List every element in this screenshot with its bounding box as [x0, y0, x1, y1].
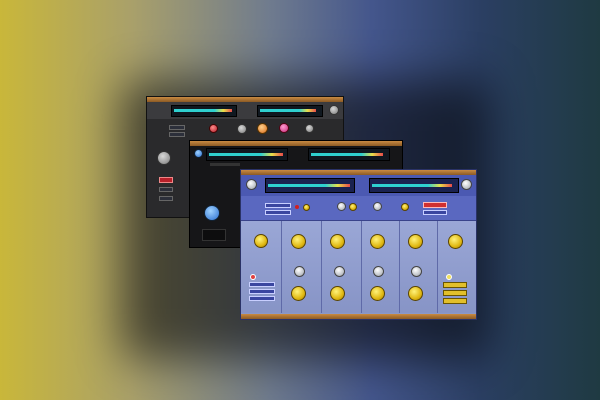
filter-type-button[interactable] — [249, 289, 275, 294]
filter-type-button[interactable] — [249, 296, 275, 301]
meter-bar — [311, 153, 383, 156]
column-divider — [399, 221, 400, 313]
control-strip — [241, 196, 476, 221]
routing-button[interactable] — [265, 203, 291, 208]
level-meter-left — [265, 178, 355, 193]
option-button[interactable] — [159, 196, 173, 201]
preset-button[interactable] — [423, 210, 447, 215]
trim-knob[interactable] — [303, 204, 310, 211]
meter-bar — [372, 184, 452, 187]
level-meter-left — [171, 105, 237, 117]
routing-button[interactable] — [265, 210, 291, 215]
band-1-freq-knob[interactable] — [254, 234, 268, 248]
label-strip — [210, 163, 240, 166]
grey-knob[interactable] — [305, 124, 314, 133]
display-box — [202, 229, 226, 241]
input-knob[interactable] — [194, 149, 203, 158]
column-divider — [437, 221, 438, 313]
wood-trim-bottom — [241, 314, 476, 319]
wood-trim-top — [190, 141, 402, 146]
band-5-freq-knob[interactable] — [408, 234, 423, 249]
mode-button[interactable] — [169, 125, 185, 130]
meter-bar — [268, 184, 350, 187]
band-6-freq-knob[interactable] — [448, 234, 463, 249]
eq-section — [241, 221, 476, 313]
meter-bar — [260, 109, 316, 112]
column-divider — [321, 221, 322, 313]
pink-knob[interactable] — [279, 123, 289, 133]
mid-knob[interactable] — [401, 203, 409, 211]
meter-bar — [174, 109, 232, 112]
band-1-enable-lamp[interactable] — [250, 274, 256, 280]
main-knob[interactable] — [204, 205, 220, 221]
level-meter-left — [206, 148, 288, 161]
level-meter-right — [369, 178, 459, 193]
band-3-q-knob[interactable] — [334, 266, 345, 277]
mid-knob[interactable] — [337, 202, 346, 211]
mid-knob[interactable] — [349, 203, 357, 211]
band-6-enable-lamp[interactable] — [446, 274, 452, 280]
column-divider — [281, 221, 282, 313]
shelf-button[interactable] — [443, 282, 467, 288]
level-meter-right — [308, 148, 390, 161]
meter-header — [241, 175, 476, 196]
meter-bar — [209, 153, 283, 156]
bypass-button[interactable] — [423, 202, 447, 208]
band-3-freq-knob[interactable] — [330, 234, 345, 249]
plugin-window-blue[interactable] — [240, 169, 477, 320]
level-meter-right — [257, 105, 323, 117]
column-divider — [361, 221, 362, 313]
grey-knob[interactable] — [237, 124, 247, 134]
band-2-freq-knob[interactable] — [291, 234, 306, 249]
band-3-gain-knob[interactable] — [330, 286, 345, 301]
header-bar — [147, 102, 343, 119]
band-4-gain-knob[interactable] — [370, 286, 385, 301]
shelf-button[interactable] — [443, 290, 467, 296]
active-button[interactable] — [159, 177, 173, 183]
orange-knob[interactable] — [257, 123, 268, 134]
mid-knob[interactable] — [373, 202, 382, 211]
band-4-freq-knob[interactable] — [370, 234, 385, 249]
band-5-q-knob[interactable] — [411, 266, 422, 277]
output-knob[interactable] — [329, 105, 339, 115]
input-gain-knob[interactable] — [246, 179, 257, 190]
status-lamp — [295, 205, 299, 209]
input-knob[interactable] — [157, 151, 171, 165]
band-2-q-knob[interactable] — [294, 266, 305, 277]
red-knob[interactable] — [209, 124, 218, 133]
band-2-gain-knob[interactable] — [291, 286, 306, 301]
option-button[interactable] — [159, 187, 173, 192]
mode-button[interactable] — [169, 132, 185, 137]
output-gain-knob[interactable] — [461, 179, 472, 190]
shelf-button[interactable] — [443, 298, 467, 304]
band-4-q-knob[interactable] — [373, 266, 384, 277]
filter-type-button[interactable] — [249, 282, 275, 287]
band-5-gain-knob[interactable] — [408, 286, 423, 301]
